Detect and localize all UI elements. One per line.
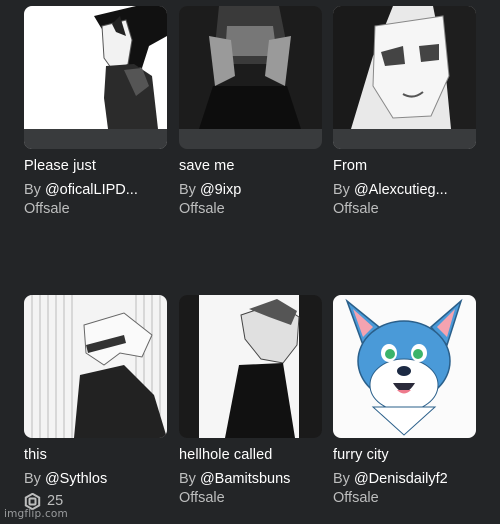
by-label: By: [179, 182, 196, 198]
imgflip-watermark: imgflip.com: [4, 508, 68, 520]
item-price: Offsale: [179, 201, 225, 217]
item-price: Offsale: [333, 490, 379, 506]
catalog-grid: Please just By @oficalLIPD... Offsale sa…: [0, 0, 500, 524]
creator-link[interactable]: @Alexcutieg...: [354, 182, 448, 198]
catalog-item-card[interactable]: furry city By @Denisdailyf2 Offsale: [333, 295, 476, 507]
item-price: Offsale: [24, 201, 70, 217]
item-thumbnail[interactable]: [24, 6, 167, 149]
item-name[interactable]: furry city: [333, 446, 476, 465]
creator-link[interactable]: @Bamitsbuns: [200, 471, 290, 487]
item-thumbnail[interactable]: [179, 6, 322, 149]
creator-link[interactable]: @9ixp: [200, 182, 241, 198]
item-name[interactable]: Please just: [24, 157, 167, 176]
item-name[interactable]: save me: [179, 157, 322, 176]
blue-fox-furry-image: [333, 295, 476, 438]
creator-link[interactable]: @Sythlos: [45, 471, 107, 487]
robux-icon: [24, 492, 41, 510]
crying-figure-image: [179, 6, 322, 149]
by-label: By: [24, 182, 41, 198]
item-creator: By @oficalLIPD...: [24, 181, 167, 200]
by-label: By: [333, 471, 350, 487]
robux-amount: 25: [47, 493, 64, 509]
item-thumbnail[interactable]: [333, 295, 476, 438]
item-name[interactable]: hellhole called: [179, 446, 322, 465]
anime-boy-hood-image: [24, 6, 167, 149]
item-thumbnail[interactable]: [179, 295, 322, 438]
creator-link[interactable]: @Denisdailyf2: [354, 471, 448, 487]
item-name[interactable]: From: [333, 157, 476, 176]
item-thumbnail[interactable]: [24, 295, 167, 438]
by-label: By: [333, 182, 350, 198]
anime-profile-silhouette-image: [179, 295, 322, 438]
item-price: Offsale: [179, 490, 225, 506]
anime-girl-crying-image: [333, 6, 476, 149]
catalog-item-card[interactable]: hellhole called By @Bamitsbuns Offsale: [179, 295, 322, 507]
item-price: Offsale: [333, 201, 379, 217]
creator-link[interactable]: @oficalLIPD...: [45, 182, 138, 198]
item-creator: By @Sythlos: [24, 470, 167, 489]
item-creator: By @Denisdailyf2: [333, 470, 476, 489]
by-label: By: [24, 471, 41, 487]
catalog-item-card[interactable]: Please just By @oficalLIPD... Offsale: [24, 6, 167, 218]
item-thumbnail[interactable]: [333, 6, 476, 149]
catalog-item-card[interactable]: From By @Alexcutieg... Offsale: [333, 6, 476, 218]
anime-ninja-rain-image: [24, 295, 167, 438]
item-creator: By @9ixp: [179, 181, 322, 200]
catalog-item-card[interactable]: save me By @9ixp Offsale: [179, 6, 322, 218]
catalog-item-card[interactable]: this By @Sythlos 25: [24, 295, 167, 512]
item-name[interactable]: this: [24, 446, 167, 465]
item-creator: By @Alexcutieg...: [333, 181, 476, 200]
by-label: By: [179, 471, 196, 487]
item-creator: By @Bamitsbuns: [179, 470, 322, 489]
